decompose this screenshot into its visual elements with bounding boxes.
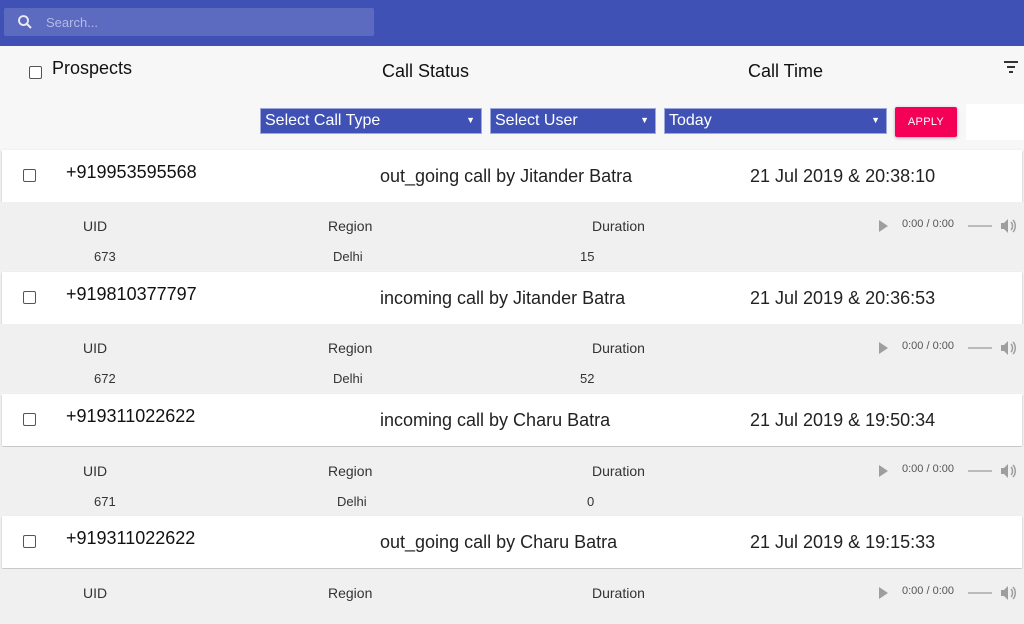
uid-label: UID bbox=[83, 218, 108, 234]
select-all-checkbox[interactable] bbox=[29, 66, 42, 79]
apply-button[interactable]: APPLY bbox=[895, 107, 957, 137]
uid-label: UID bbox=[83, 585, 108, 601]
audio-progress[interactable] bbox=[968, 225, 992, 227]
user-select[interactable]: Select User ▼ bbox=[490, 108, 656, 134]
volume-icon[interactable] bbox=[1000, 463, 1018, 479]
call-status: out_going call by Jitander Batra bbox=[380, 166, 633, 186]
call-type-select[interactable]: Select Call Type ▼ bbox=[260, 108, 482, 134]
phone-number: +919311022622 bbox=[66, 528, 196, 548]
audio-time: 0:00 / 0:00 bbox=[902, 218, 954, 230]
audio-progress[interactable] bbox=[968, 347, 992, 349]
duration-label: Duration bbox=[592, 340, 645, 356]
caret-down-icon: ▼ bbox=[640, 115, 649, 125]
list-header: Prospects Call Status Call Time Select C… bbox=[0, 46, 1024, 150]
call-status: incoming call by Charu Batra bbox=[380, 410, 611, 430]
call-checkbox[interactable] bbox=[23, 291, 36, 304]
audio-time: 0:00 / 0:00 bbox=[902, 585, 954, 597]
region-label: Region bbox=[328, 218, 373, 234]
audio-player[interactable]: 0:00 / 0:00 bbox=[874, 463, 1024, 479]
duration-value: 15 bbox=[580, 249, 595, 264]
call-status-header: Call Status bbox=[382, 61, 470, 81]
call-checkbox[interactable] bbox=[23, 169, 36, 182]
uid-value: 672 bbox=[94, 371, 116, 386]
call-row[interactable]: +919311022622 out_going call by Charu Ba… bbox=[2, 516, 1022, 568]
top-app-bar bbox=[0, 0, 1024, 46]
volume-icon[interactable] bbox=[1000, 585, 1018, 601]
search-icon bbox=[18, 15, 32, 29]
call-status: incoming call by Jitander Batra bbox=[380, 288, 626, 308]
call-row[interactable]: +919311022622 incoming call by Charu Bat… bbox=[2, 394, 1022, 446]
phone-number: +919311022622 bbox=[66, 406, 196, 426]
play-icon[interactable] bbox=[879, 465, 888, 477]
audio-time: 0:00 / 0:00 bbox=[902, 463, 954, 475]
date-select[interactable]: Today ▼ bbox=[664, 108, 887, 134]
play-icon[interactable] bbox=[879, 342, 888, 354]
region-value: Delhi bbox=[337, 494, 367, 509]
duration-value: 52 bbox=[580, 371, 595, 386]
call-time: 21 Jul 2019 & 19:15:33 bbox=[750, 532, 936, 552]
duration-value: 0 bbox=[587, 494, 595, 509]
call-checkbox[interactable] bbox=[23, 413, 36, 426]
user-value: Select User bbox=[495, 112, 578, 129]
search-box[interactable] bbox=[4, 8, 374, 36]
audio-player[interactable]: 0:00 / 0:00 bbox=[874, 218, 1024, 234]
audio-player[interactable]: 0:00 / 0:00 bbox=[874, 340, 1024, 356]
call-row[interactable]: +919810377797 incoming call by Jitander … bbox=[2, 272, 1022, 324]
call-row[interactable]: +919953595568 out_going call by Jitander… bbox=[2, 150, 1022, 202]
audio-time: 0:00 / 0:00 bbox=[902, 340, 954, 352]
caret-down-icon: ▼ bbox=[871, 115, 880, 125]
audio-player[interactable]: 0:00 / 0:00 bbox=[874, 585, 1024, 601]
call-detail: UID Region Duration 671 Delhi 0 0:00 / 0… bbox=[0, 447, 1024, 515]
caret-down-icon: ▼ bbox=[466, 115, 475, 125]
call-time-header: Call Time bbox=[748, 61, 824, 81]
phone-number: +919953595568 bbox=[66, 162, 197, 182]
prospects-header: Prospects bbox=[52, 58, 133, 78]
region-value: Delhi bbox=[333, 371, 363, 386]
duration-label: Duration bbox=[592, 463, 645, 479]
call-detail: UID Region Duration 673 Delhi 15 0:00 / … bbox=[0, 202, 1024, 270]
volume-icon[interactable] bbox=[1000, 218, 1018, 234]
play-icon[interactable] bbox=[879, 220, 888, 232]
volume-icon[interactable] bbox=[1000, 340, 1018, 356]
filter-bar-spacer bbox=[966, 104, 1024, 140]
duration-label: Duration bbox=[592, 218, 645, 234]
call-detail: UID Region Duration 672 Delhi 52 0:00 / … bbox=[0, 324, 1024, 392]
filter-icon[interactable] bbox=[1003, 60, 1019, 74]
duration-label: Duration bbox=[592, 585, 645, 601]
phone-number: +919810377797 bbox=[66, 284, 197, 304]
region-label: Region bbox=[328, 585, 373, 601]
region-label: Region bbox=[328, 463, 373, 479]
date-value: Today bbox=[669, 112, 712, 129]
region-label: Region bbox=[328, 340, 373, 356]
region-value: Delhi bbox=[333, 249, 363, 264]
call-time: 21 Jul 2019 & 19:50:34 bbox=[750, 410, 936, 430]
call-time: 21 Jul 2019 & 20:38:10 bbox=[750, 166, 936, 186]
call-time: 21 Jul 2019 & 20:36:53 bbox=[750, 288, 936, 308]
uid-label: UID bbox=[83, 340, 108, 356]
uid-label: UID bbox=[83, 463, 108, 479]
audio-progress[interactable] bbox=[968, 470, 992, 472]
call-detail: UID Region Duration 0:00 / 0:00 bbox=[0, 569, 1024, 624]
audio-progress[interactable] bbox=[968, 592, 992, 594]
call-type-value: Select Call Type bbox=[265, 112, 381, 129]
search-input[interactable] bbox=[46, 8, 366, 36]
uid-value: 671 bbox=[94, 494, 116, 509]
call-checkbox[interactable] bbox=[23, 535, 36, 548]
play-icon[interactable] bbox=[879, 587, 888, 599]
call-status: out_going call by Charu Batra bbox=[380, 532, 618, 552]
uid-value: 673 bbox=[94, 249, 116, 264]
